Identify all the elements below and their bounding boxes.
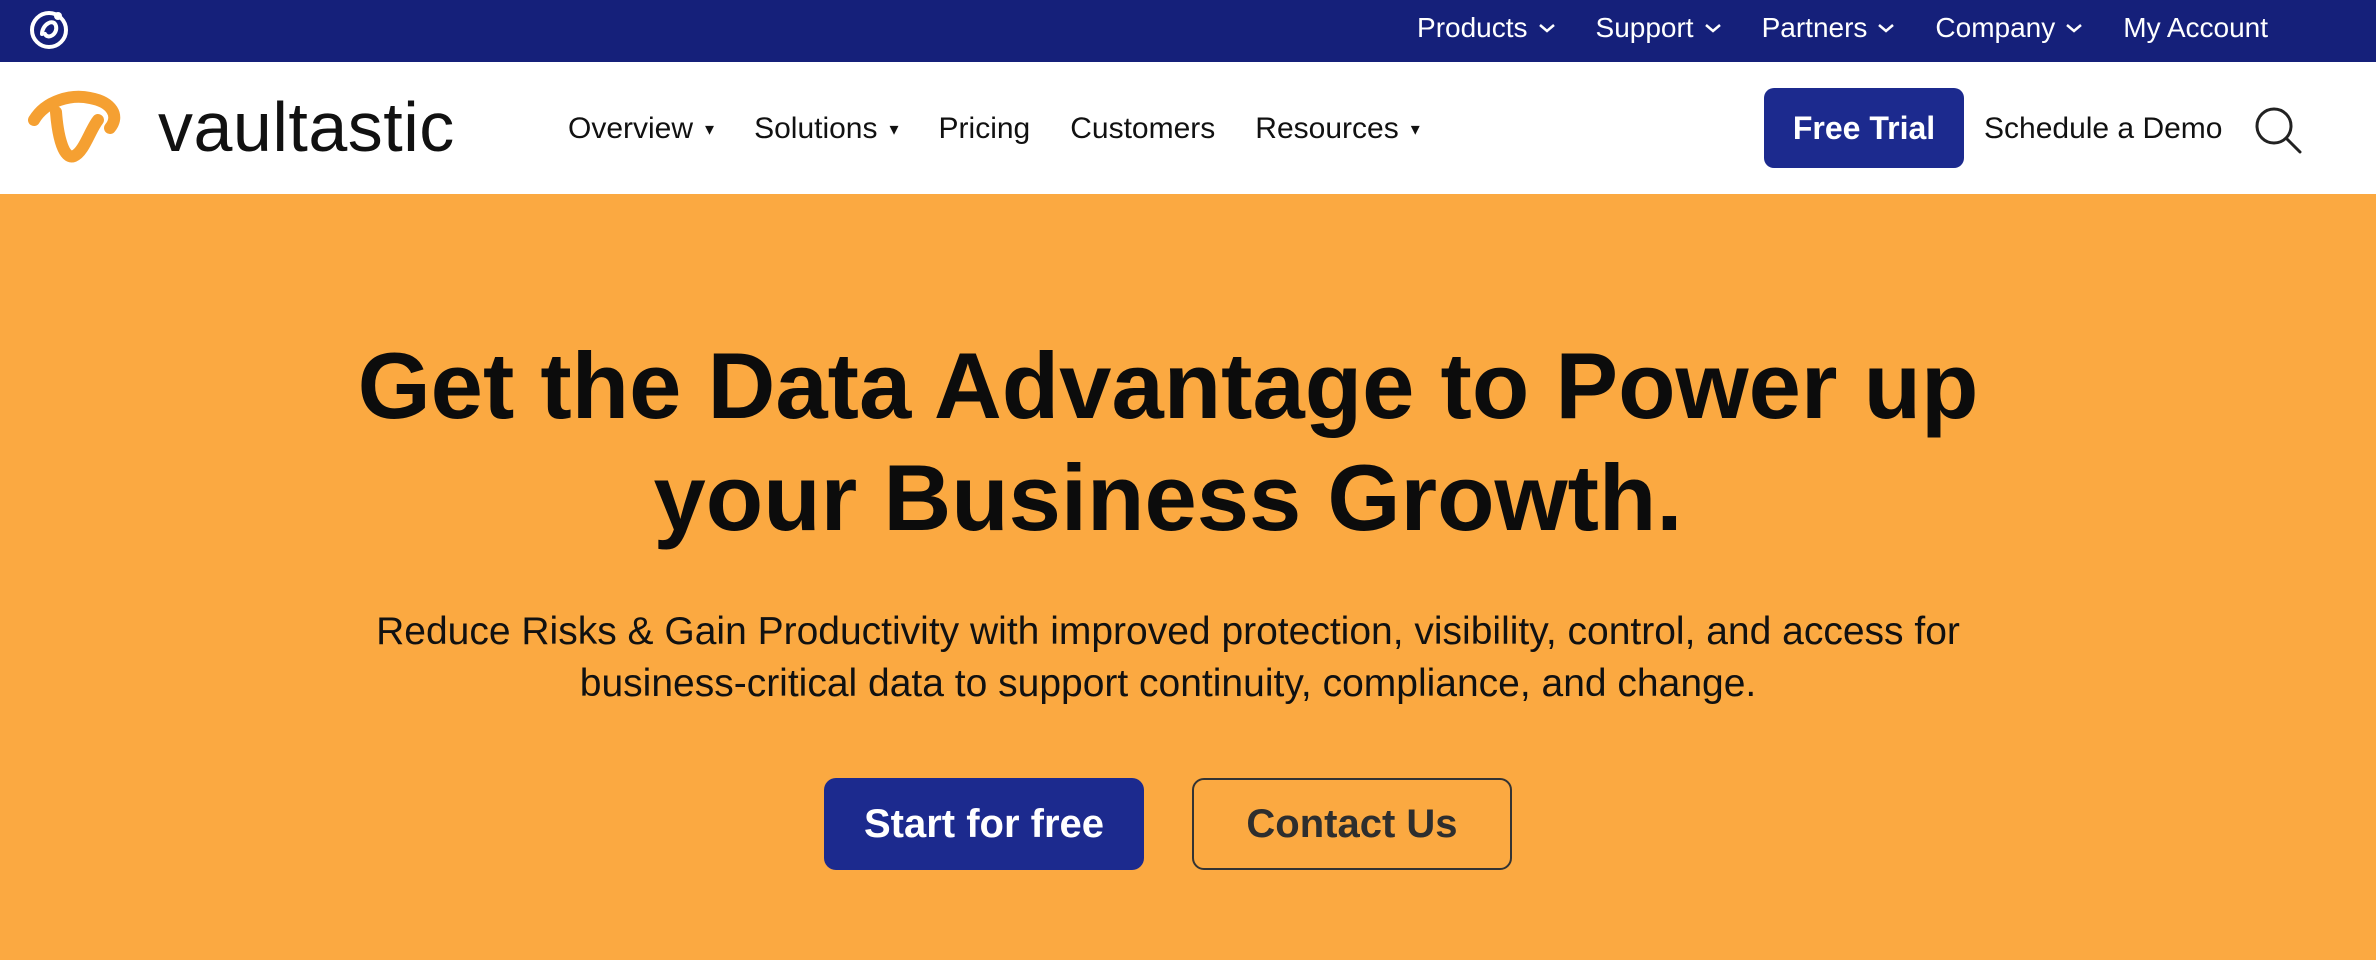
chevron-down-icon [1538, 24, 1555, 33]
top-nav-partners-label: Partners [1761, 12, 1868, 43]
search-icon[interactable] [2250, 102, 2306, 158]
nav-solutions-label: Solutions [754, 112, 878, 145]
caret-down-icon: ▾ [1410, 118, 1420, 139]
nav-overview[interactable]: Overview ▾ [568, 112, 714, 146]
top-nav-my-account[interactable]: My Account [2123, 12, 2268, 44]
main-nav: Overview ▾ Solutions ▾ Pricing Customers… [568, 104, 1420, 154]
nav-solutions[interactable]: Solutions ▾ [754, 112, 898, 146]
top-nav-products[interactable]: Products [1417, 12, 1556, 44]
caret-down-icon: ▾ [889, 118, 899, 139]
chevron-down-icon [1878, 24, 1895, 33]
nav-resources-label: Resources [1255, 112, 1399, 145]
chevron-down-icon [2066, 24, 2083, 33]
top-nav-company[interactable]: Company [1935, 12, 2083, 44]
brand-logo[interactable]: vaultastic [28, 90, 455, 164]
caret-down-icon: ▾ [705, 118, 715, 139]
nav-customers-label: Customers [1070, 112, 1216, 145]
brand-name: vaultastic [158, 88, 455, 166]
top-nav-company-label: Company [1935, 12, 2056, 43]
main-header: vaultastic Overview ▾ Solutions ▾ Pricin… [0, 62, 2376, 194]
vaultastic-mini-logo-icon[interactable] [28, 8, 70, 50]
nav-pricing-label: Pricing [938, 112, 1031, 145]
top-nav-support-label: Support [1595, 12, 1694, 43]
schedule-demo-link[interactable]: Schedule a Demo [1984, 104, 2222, 154]
top-utility-bar: Products Support Partners Company My Acc… [0, 0, 2376, 62]
start-for-free-button[interactable]: Start for free [824, 778, 1144, 870]
top-nav-products-label: Products [1417, 12, 1528, 43]
top-nav-my-account-label: My Account [2123, 12, 2268, 43]
free-trial-button[interactable]: Free Trial [1764, 88, 1964, 168]
top-nav-support[interactable]: Support [1596, 12, 1722, 44]
contact-us-button[interactable]: Contact Us [1192, 778, 1512, 870]
top-nav: Products Support Partners Company My Acc… [1417, 0, 2268, 56]
chevron-down-icon [1704, 24, 1721, 33]
nav-overview-label: Overview [568, 112, 694, 145]
nav-resources[interactable]: Resources ▾ [1255, 112, 1419, 146]
nav-pricing[interactable]: Pricing [939, 112, 1031, 146]
vaultastic-logo-icon [28, 90, 121, 163]
hero-subtitle: Reduce Risks & Gain Productivity with im… [376, 610, 1960, 705]
nav-customers[interactable]: Customers [1070, 112, 1215, 146]
hero-title: Get the Data Advantage to Power up your … [357, 333, 1979, 550]
top-nav-partners[interactable]: Partners [1762, 12, 1896, 44]
